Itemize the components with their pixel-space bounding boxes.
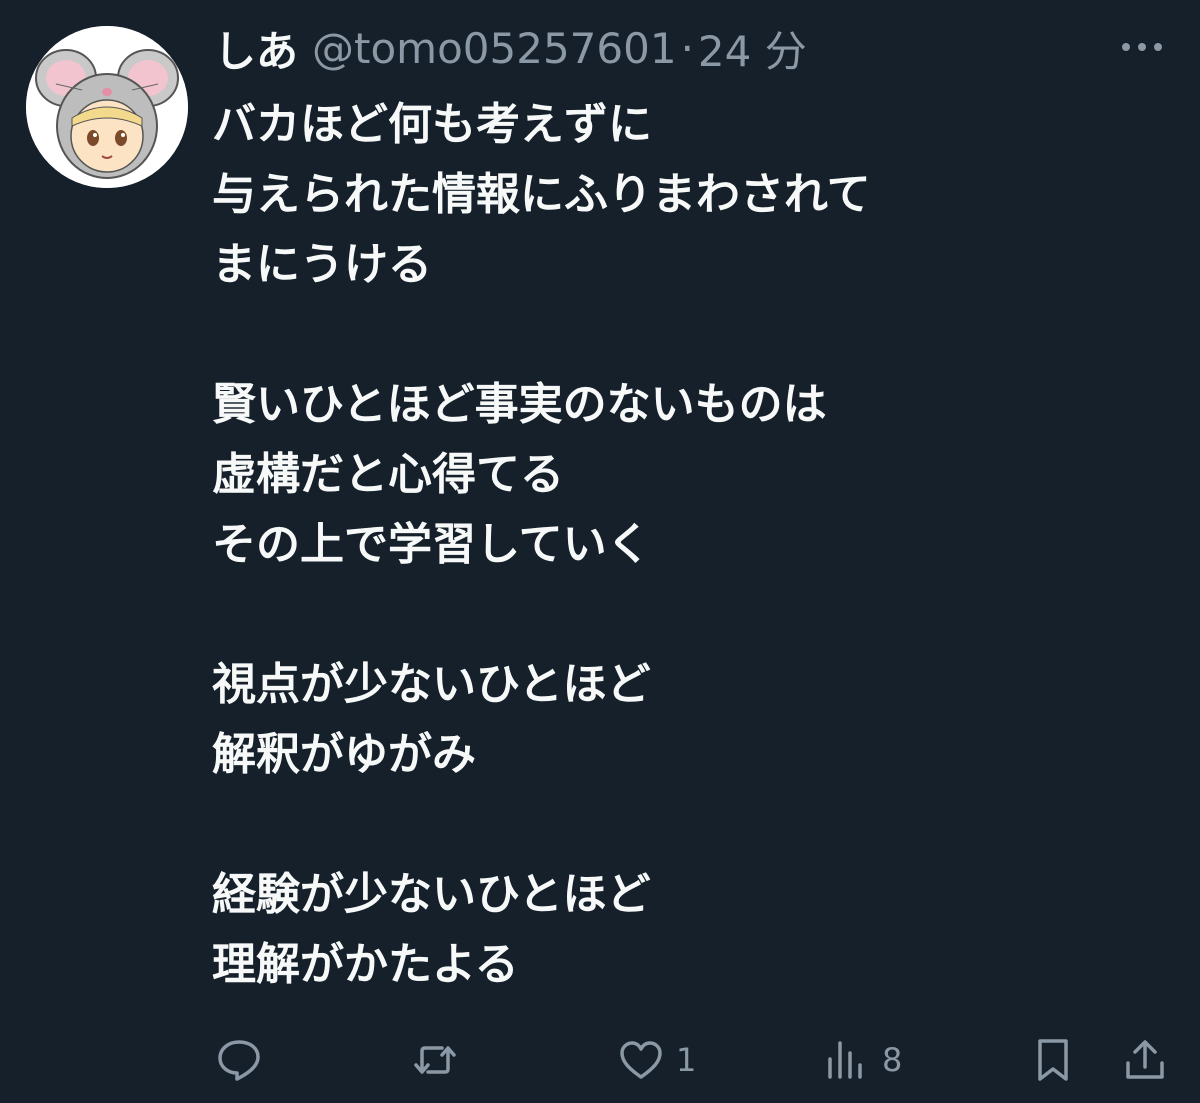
share-icon bbox=[1126, 1040, 1164, 1079]
tweet-line: 理解がかたよる bbox=[212, 939, 519, 990]
tweet-line: 視点が少ないひとほど bbox=[212, 659, 651, 710]
tweet-line: 賢いひとほど事実のないものは bbox=[212, 379, 827, 430]
tweet-text: バカほど何も考えずに 与えられた情報にふりまわされて まにうける 賢いひとほど事… bbox=[212, 90, 1162, 1000]
user-handle[interactable]: @tomo05257601 bbox=[312, 24, 677, 73]
bookmark-icon bbox=[1038, 1039, 1068, 1081]
tweet-line: 虚構だと心得てる bbox=[212, 449, 564, 500]
tweet-header: しあ @tomo05257601 · 24 分 bbox=[214, 20, 1110, 76]
reply-icon bbox=[218, 1040, 260, 1081]
heart-icon bbox=[620, 1041, 662, 1079]
tweet-line: バカほど何も考えずに bbox=[212, 99, 652, 150]
repost-button[interactable] bbox=[412, 1030, 458, 1090]
display-name[interactable]: しあ bbox=[214, 18, 298, 79]
bookmark-button[interactable] bbox=[1030, 1030, 1076, 1090]
more-options-button[interactable] bbox=[1120, 32, 1164, 62]
like-button[interactable]: 1 bbox=[618, 1030, 696, 1090]
views-count: 8 bbox=[882, 1041, 903, 1079]
mouse-character-avatar-image bbox=[26, 26, 188, 188]
views-icon bbox=[828, 1041, 862, 1079]
timestamp[interactable]: 24 分 bbox=[698, 18, 807, 79]
more-dots-icon bbox=[1122, 43, 1162, 51]
tweet-card: しあ @tomo05257601 · 24 分 バカほど何も考えずに 与えられた… bbox=[0, 0, 1200, 1103]
tweet-line: 解釈がゆがみ bbox=[212, 729, 476, 780]
separator-dot: · bbox=[680, 23, 694, 73]
tweet-line: 与えられた情報にふりまわされて bbox=[212, 169, 871, 220]
views-button[interactable]: 8 bbox=[824, 1030, 902, 1090]
like-count: 1 bbox=[676, 1041, 697, 1079]
repost-icon bbox=[414, 1046, 456, 1074]
tweet-line: その上で学習していく bbox=[212, 519, 651, 570]
reply-button[interactable] bbox=[216, 1030, 262, 1090]
avatar[interactable] bbox=[26, 26, 188, 188]
tweet-line: まにうける bbox=[212, 239, 432, 290]
share-button[interactable] bbox=[1122, 1030, 1168, 1090]
action-bar: 1 8 bbox=[212, 1030, 1172, 1090]
tweet-line: 経験が少ないひとほど bbox=[212, 869, 651, 920]
